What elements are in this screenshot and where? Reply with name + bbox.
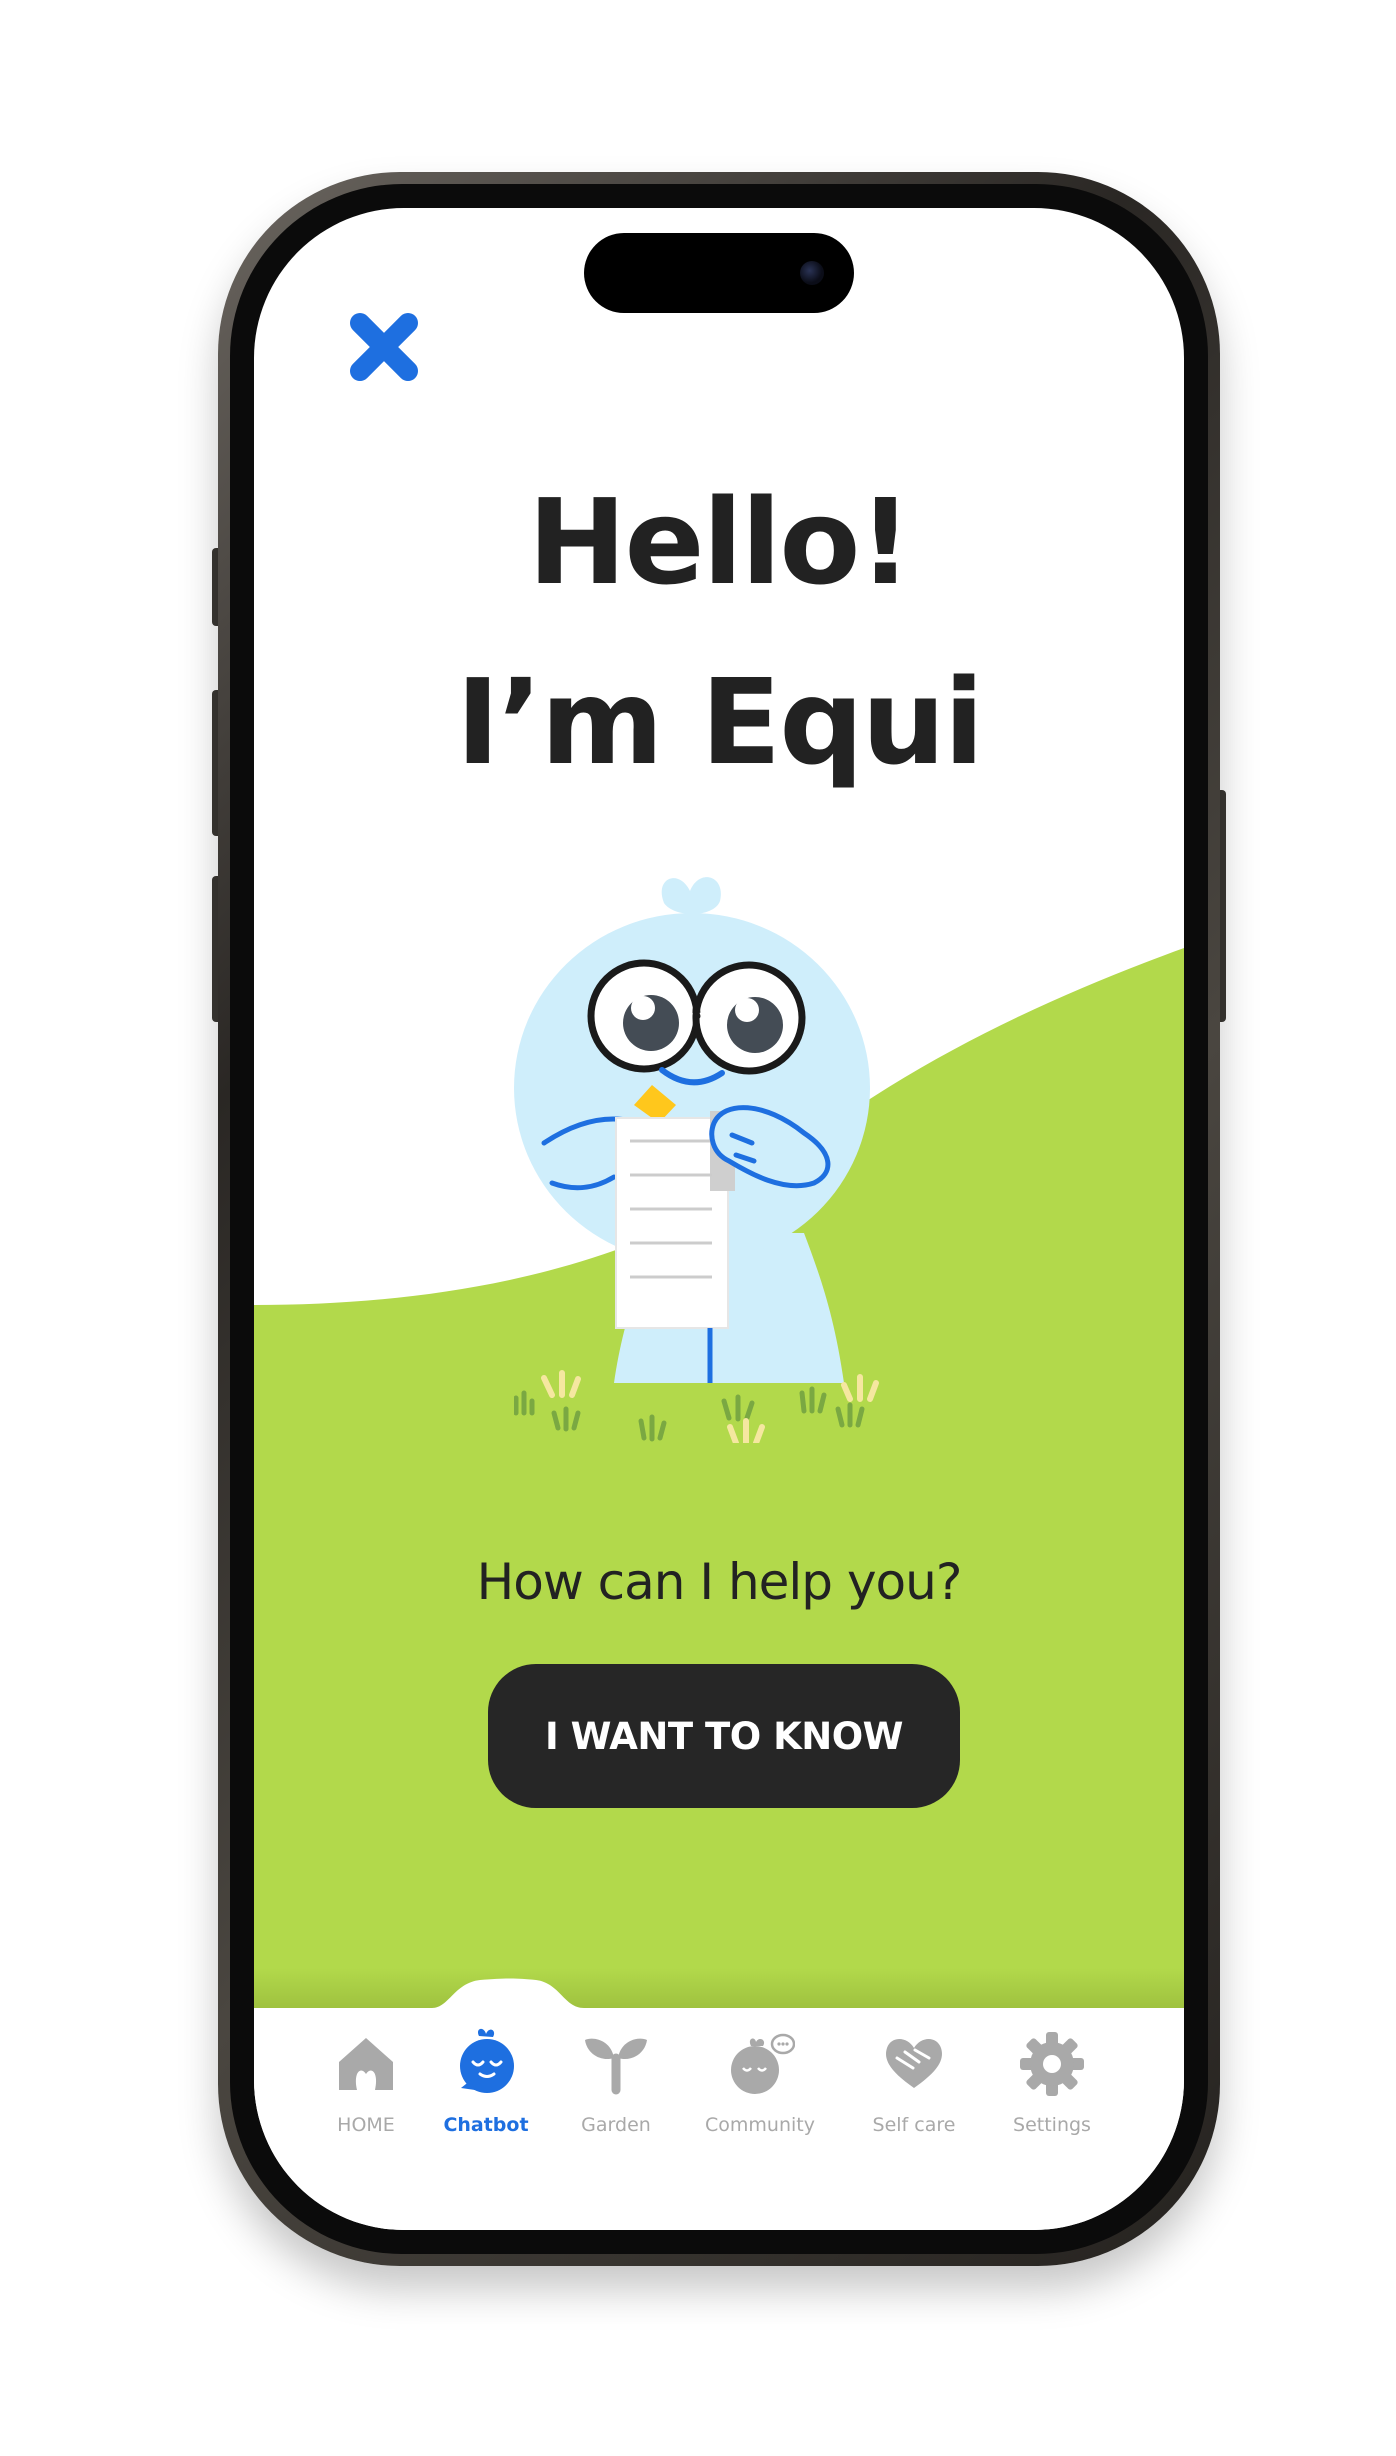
- bottom-tab-bar: HOME Chatbot Garden Community Self care …: [254, 2008, 1184, 2230]
- tab-home[interactable]: HOME: [306, 2028, 426, 2168]
- gear-icon: [1020, 2032, 1084, 2096]
- tab-settings-label: Settings: [1013, 2114, 1091, 2136]
- sprout-icon: [585, 2038, 647, 2095]
- camera-lens: [800, 261, 824, 285]
- greeting-subtitle: I’m Equi: [455, 653, 984, 791]
- tab-chatbot[interactable]: Chatbot: [426, 2028, 546, 2168]
- close-icon[interactable]: [348, 311, 420, 383]
- heart-hands-icon: [886, 2039, 942, 2088]
- dynamic-island: [584, 233, 854, 313]
- tab-settings[interactable]: Settings: [992, 2028, 1112, 2168]
- community-icon: [731, 2033, 795, 2094]
- tab-home-label: HOME: [337, 2114, 395, 2136]
- tab-chatbot-label: Chatbot: [443, 2114, 529, 2136]
- app-screen: Hello! I’m Equi How can I help you? I WA…: [254, 208, 1184, 2230]
- home-icon: [339, 2038, 393, 2090]
- greeting-title: Hello!: [527, 473, 913, 611]
- tab-community-label: Community: [705, 2114, 815, 2136]
- i-want-to-know-button[interactable]: I WANT TO KNOW: [488, 1664, 960, 1808]
- tab-community[interactable]: Community: [700, 2028, 820, 2168]
- equi-mascot-illustration: [514, 877, 879, 1443]
- tab-self-care-label: Self care: [872, 2114, 956, 2136]
- help-prompt: How can I help you?: [476, 1553, 963, 1611]
- chatbot-icon: [460, 2028, 514, 2093]
- tab-self-care[interactable]: Self care: [854, 2028, 974, 2168]
- tab-garden[interactable]: Garden: [556, 2028, 676, 2168]
- stage: Hello! I’m Equi How can I help you? I WA…: [0, 0, 1396, 2456]
- tab-garden-label: Garden: [581, 2114, 651, 2136]
